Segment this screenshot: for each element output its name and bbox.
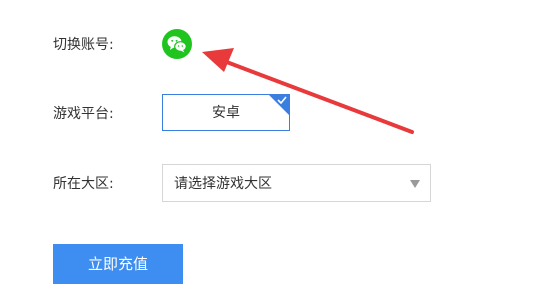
checkmark-icon — [277, 96, 287, 104]
recharge-form: 切换账号: 游戏平台: 安卓 所在大区: 请选择游戏大区 立即充值 — [0, 0, 551, 308]
platform-option-android[interactable]: 安卓 — [162, 94, 290, 131]
server-label: 所在大区: — [53, 176, 114, 192]
dropdown-arrow-icon — [410, 180, 420, 188]
server-select-placeholder: 请选择游戏大区 — [174, 176, 272, 192]
recharge-button[interactable]: 立即充值 — [53, 244, 183, 284]
account-label: 切换账号: — [53, 37, 114, 53]
wechat-icon — [167, 36, 187, 53]
wechat-account-button[interactable] — [162, 29, 192, 59]
platform-label: 游戏平台: — [53, 106, 114, 122]
server-select[interactable]: 请选择游戏大区 — [162, 164, 431, 202]
